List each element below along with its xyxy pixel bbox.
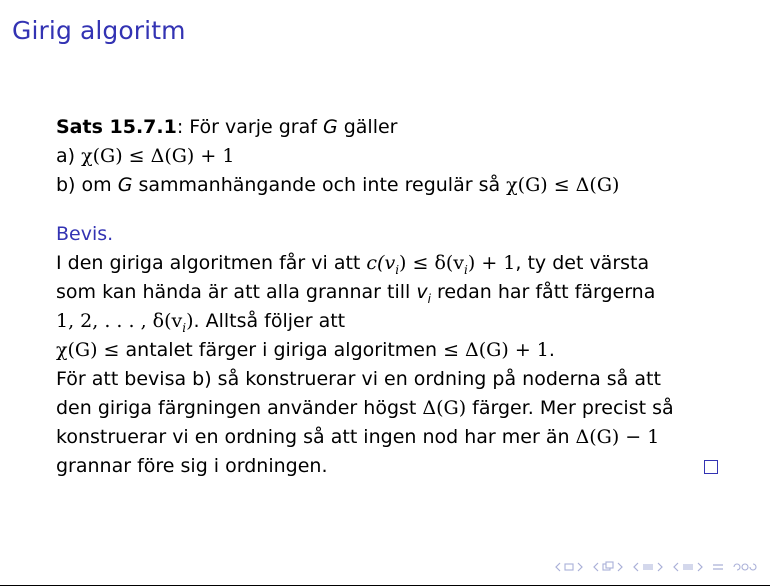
- proof-line-2: som kan hända är att alla grannar till v…: [56, 278, 726, 307]
- proof-text: . Alltså följer att: [193, 310, 346, 332]
- search-icon[interactable]: [732, 561, 758, 573]
- proof-text: , ty det värsta: [515, 252, 650, 274]
- proof-text: färger. Mer precist så: [466, 397, 674, 419]
- section-icon[interactable]: [642, 562, 654, 572]
- proof-math: ) ≤ δ(v: [399, 252, 465, 274]
- proof-text: som kan hända är att alla grannar till: [56, 281, 417, 303]
- theorem-intro: : För varje graf: [176, 116, 323, 138]
- proof-math: ): [186, 310, 194, 332]
- proof-text: den giriga färgningen använder högst: [56, 397, 423, 419]
- section-nav: [632, 562, 664, 572]
- proof-text: .: [548, 339, 555, 361]
- proof-text: I den giriga algoritmen får vi att: [56, 252, 367, 274]
- proof-line-7: konstruerar vi en ordning så att ingen n…: [56, 423, 726, 452]
- doc-icon[interactable]: [682, 562, 694, 572]
- proof-text: För att bevisa b) så konstruerar vi en o…: [56, 368, 661, 390]
- part-b-var: G: [117, 174, 133, 196]
- theorem-label: Sats 15.7.1: [56, 116, 177, 138]
- beamer-navigation-bar: [554, 560, 758, 574]
- theorem-part-a: a) χ(G) ≤ Δ(G) + 1: [56, 142, 726, 171]
- frame-title: Girig algoritm: [12, 16, 186, 45]
- subsection-next-icon[interactable]: [616, 562, 624, 572]
- part-b-math: χ(G) ≤ Δ(G): [506, 174, 620, 196]
- proof-line-1: I den giriga algoritmen får vi att c(vi)…: [56, 249, 726, 278]
- proof-line-5: För att bevisa b) så konstruerar vi en o…: [56, 365, 726, 394]
- proof-line-4: χ(G) ≤ antalet färger i giriga algoritme…: [56, 336, 726, 365]
- proof-line-6: den giriga färgningen använder högst Δ(G…: [56, 394, 726, 423]
- proof-line-8: grannar före sig i ordningen.: [56, 452, 726, 481]
- proof-text: redan har fått färgerna: [430, 281, 656, 303]
- proof-math: χ(G) ≤: [56, 339, 126, 361]
- frame-next-icon[interactable]: [576, 562, 584, 572]
- proof-math: Δ(G) − 1: [575, 426, 660, 448]
- proof-math: 1, 2, . . . , δ(v: [56, 310, 183, 332]
- theorem-intro-end: gäller: [337, 116, 398, 138]
- theorem-statement: Sats 15.7.1: För varje graf G gäller: [56, 113, 726, 142]
- part-b-text: sammanhängande och inte regulär så: [132, 174, 507, 196]
- frame-icon[interactable]: [564, 562, 574, 572]
- section-prev-icon[interactable]: [632, 562, 640, 572]
- qed-symbol: [704, 460, 718, 474]
- frame-nav: [554, 562, 584, 572]
- proof-line-3: 1, 2, . . . , δ(vi). Alltså följer att: [56, 307, 726, 336]
- subsection-prev-icon[interactable]: [592, 562, 600, 572]
- proof-text: konstruerar vi en ordning så att ingen n…: [56, 426, 576, 448]
- proof-heading: Bevis.: [56, 223, 114, 245]
- proof-math: v: [416, 281, 428, 303]
- doc-prev-icon[interactable]: [672, 562, 680, 572]
- proof-text: grannar före sig i ordningen.: [56, 455, 328, 477]
- align-icon[interactable]: [712, 562, 724, 572]
- part-b-prefix: b) om: [56, 174, 118, 196]
- doc-next-icon[interactable]: [696, 562, 704, 572]
- section-next-icon[interactable]: [656, 562, 664, 572]
- frame-prev-icon[interactable]: [554, 562, 562, 572]
- proof-text: antalet färger i giriga algoritmen: [125, 339, 444, 361]
- proof-math: Δ(G): [422, 397, 467, 419]
- subsection-nav: [592, 561, 624, 573]
- doc-nav: [672, 562, 704, 572]
- proof-math: ) + 1: [467, 252, 516, 274]
- subsection-icon[interactable]: [602, 561, 614, 573]
- search-nav: [732, 561, 758, 573]
- theorem-part-b: b) om G sammanhängande och inte regulär …: [56, 171, 726, 200]
- proof-math: ≤ Δ(G) + 1: [443, 339, 549, 361]
- proof-math: c(v: [366, 252, 396, 274]
- part-a-math: χ(G) ≤ Δ(G) + 1: [81, 145, 235, 167]
- slide-content: Sats 15.7.1: För varje graf G gäller a) …: [56, 113, 726, 481]
- part-a-prefix: a): [56, 145, 82, 167]
- theorem-graph-var: G: [322, 116, 338, 138]
